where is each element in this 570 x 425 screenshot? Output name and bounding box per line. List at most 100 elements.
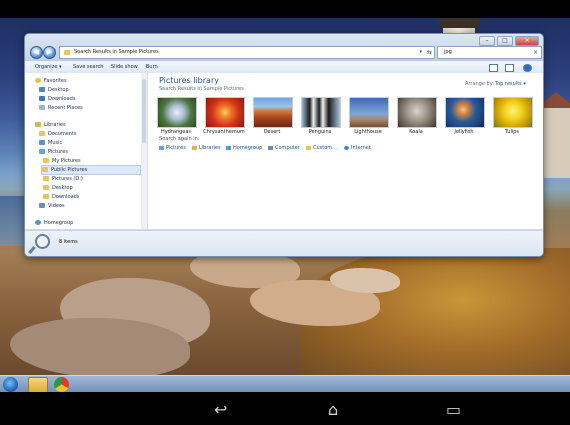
thumbnail-jellyfish[interactable]: Jellyfish bbox=[445, 97, 485, 135]
nav-downloads[interactable]: Downloads bbox=[39, 95, 75, 103]
search-again-custom[interactable]: Custom... bbox=[306, 145, 337, 151]
nav-documents[interactable]: Documents bbox=[39, 130, 77, 138]
folder-icon bbox=[43, 158, 49, 163]
refresh-icon[interactable]: ⇆ bbox=[427, 47, 432, 58]
search-again-libraries[interactable]: Libraries bbox=[192, 145, 221, 151]
explorer-window: ◀ ▶ Search Results in Sample Pictures ▾ … bbox=[24, 33, 544, 257]
nav-libraries[interactable]: Libraries bbox=[35, 121, 66, 129]
title-bar: ◀ ▶ Search Results in Sample Pictures ▾ … bbox=[25, 34, 543, 60]
thumbnail-label: Chrysanthemum bbox=[203, 129, 245, 135]
command-bar: Organize ▾ Save search Slide show Burn bbox=[25, 60, 543, 74]
thumbnail-desert[interactable]: Desert bbox=[253, 97, 293, 135]
nav-label: Downloads bbox=[48, 96, 76, 102]
help-icon[interactable] bbox=[523, 64, 532, 72]
status-bar bbox=[0, 0, 570, 18]
view-options-icon[interactable] bbox=[489, 64, 498, 72]
thumbnail-lighthouse[interactable]: Lighthouse bbox=[349, 97, 389, 135]
address-bar[interactable]: Search Results in Sample Pictures ▾ ⇆ bbox=[59, 46, 435, 59]
minimize-button[interactable]: – bbox=[479, 36, 495, 46]
arrange-by-label: Arrange by: bbox=[465, 81, 494, 87]
thumbnail-label: Tulips bbox=[504, 129, 520, 135]
nav-scrollbar[interactable] bbox=[141, 73, 147, 229]
thumbnail-label: Lighthouse bbox=[354, 129, 382, 135]
forward-button[interactable]: ▶ bbox=[43, 46, 56, 59]
thumbnail-label: Jellyfish bbox=[454, 129, 474, 135]
thumbnail-penguins[interactable]: Penguins bbox=[301, 97, 341, 135]
burn-button[interactable]: Burn bbox=[146, 61, 158, 73]
close-button[interactable]: × bbox=[515, 36, 539, 46]
nav-label: Favorites bbox=[44, 78, 67, 84]
libraries-icon bbox=[35, 122, 41, 127]
nav-desktop-folder[interactable]: Desktop bbox=[43, 184, 73, 192]
search-again-computer[interactable]: Computer bbox=[268, 145, 300, 151]
search-value: jpg bbox=[444, 49, 452, 55]
nav-pictures-d[interactable]: Pictures (D:) bbox=[43, 175, 83, 183]
start-button[interactable] bbox=[3, 377, 18, 392]
nav-music[interactable]: Music bbox=[39, 139, 62, 147]
search-icon bbox=[35, 234, 50, 249]
nav-pictures[interactable]: Pictures bbox=[39, 148, 68, 156]
nav-desktop[interactable]: Desktop bbox=[39, 86, 69, 94]
folder-icon bbox=[306, 145, 311, 150]
thumbnail-label: Desert bbox=[263, 129, 281, 135]
thumbnail-image bbox=[397, 97, 437, 128]
scrollbar-thumb[interactable] bbox=[142, 79, 146, 143]
search-again-label: Search again in: bbox=[159, 136, 200, 142]
nav-homegroup[interactable]: Homegroup bbox=[35, 219, 73, 227]
nav-label: Pictures bbox=[48, 149, 68, 155]
home-icon[interactable]: ⌂ bbox=[328, 400, 338, 419]
folder-icon bbox=[42, 167, 48, 172]
nav-recent-places[interactable]: Recent Places bbox=[39, 104, 83, 112]
nav-label: Recent Places bbox=[48, 105, 83, 111]
file-list: Pictures library Search Results in Sampl… bbox=[148, 73, 543, 229]
downloads-icon bbox=[39, 96, 45, 101]
search-again-link: Pictures bbox=[166, 145, 186, 151]
nav-videos[interactable]: Videos bbox=[39, 202, 65, 210]
android-navigation-bar: ↩ ⌂ ▭ bbox=[0, 392, 570, 425]
nav-public-pictures[interactable]: Public Pictures bbox=[41, 165, 141, 175]
save-search-button[interactable]: Save search bbox=[73, 61, 103, 73]
nav-label: Downloads bbox=[52, 194, 80, 200]
nav-label: Desktop bbox=[52, 185, 73, 191]
thumbnail-koala[interactable]: Koala bbox=[397, 97, 437, 135]
organize-button[interactable]: Organize ▾ bbox=[35, 61, 62, 73]
search-again-pictures[interactable]: Pictures bbox=[159, 145, 186, 151]
thumbnail-hydrangeas[interactable]: Hydrangeas bbox=[157, 97, 197, 135]
search-input[interactable]: jpg × bbox=[437, 46, 542, 59]
chevron-down-icon[interactable]: ▾ bbox=[419, 47, 422, 58]
libraries-icon bbox=[192, 145, 197, 150]
maximize-button[interactable]: □ bbox=[497, 36, 513, 46]
search-again-internet[interactable]: Internet bbox=[344, 145, 371, 151]
caption-buttons: – □ × bbox=[479, 36, 539, 46]
pictures-icon bbox=[159, 145, 164, 150]
recent-apps-icon[interactable]: ▭ bbox=[446, 400, 461, 419]
nav-label: Homegroup bbox=[44, 220, 74, 226]
nav-favorites[interactable]: Favorites bbox=[35, 77, 67, 85]
page-subtitle: Search Results in Sample Pictures bbox=[159, 86, 244, 92]
nav-label: Desktop bbox=[48, 87, 69, 93]
star-icon bbox=[35, 78, 41, 83]
nav-label: Videos bbox=[48, 203, 65, 209]
item-count: 8 items bbox=[59, 239, 78, 245]
thumbnail-image bbox=[445, 97, 485, 128]
search-again-link: Homegroup bbox=[233, 145, 263, 151]
back-icon[interactable]: ↩ bbox=[214, 400, 227, 419]
thumbnail-chrysanthemum[interactable]: Chrysanthemum bbox=[203, 97, 245, 135]
nav-downloads-folder[interactable]: Downloads bbox=[43, 193, 79, 201]
arrange-by-dropdown[interactable]: Top results ▾ bbox=[495, 81, 526, 87]
nav-my-pictures[interactable]: My Pictures bbox=[43, 157, 81, 165]
thumbnail-tulips[interactable]: Tulips bbox=[493, 97, 533, 135]
nav-label: Music bbox=[48, 140, 63, 146]
folder-icon bbox=[43, 185, 49, 190]
close-icon[interactable]: × bbox=[533, 47, 538, 58]
search-again-homegroup[interactable]: Homegroup bbox=[226, 145, 262, 151]
thumbnail-image bbox=[157, 97, 197, 128]
documents-icon bbox=[39, 131, 45, 136]
taskbar bbox=[0, 375, 570, 394]
details-pane: 8 items bbox=[25, 230, 543, 256]
thumbnail-image bbox=[301, 97, 341, 128]
chrome-taskbar-icon[interactable] bbox=[54, 377, 69, 392]
preview-pane-icon[interactable] bbox=[505, 64, 514, 72]
back-button[interactable]: ◀ bbox=[30, 46, 43, 59]
slide-show-button[interactable]: Slide show bbox=[111, 61, 138, 73]
